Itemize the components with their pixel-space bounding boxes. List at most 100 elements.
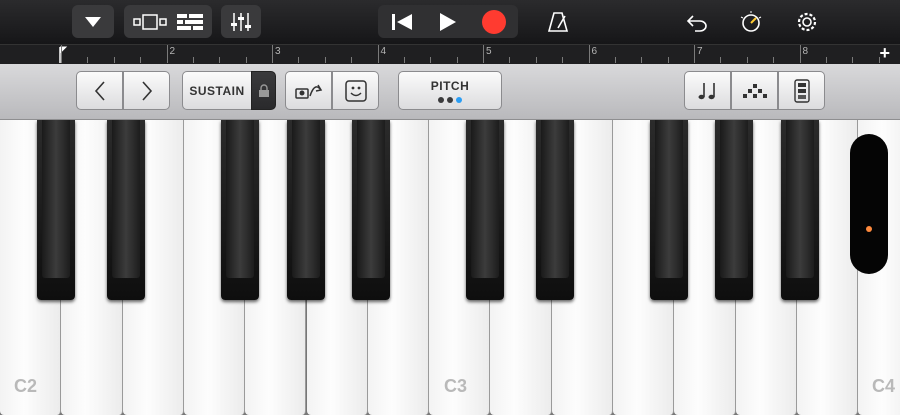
pitch-dot [456, 96, 462, 103]
master-effects-button[interactable] [734, 5, 768, 38]
chevron-left-icon [94, 80, 105, 101]
pitch-label: PITCH [430, 78, 470, 93]
ruler-tick [799, 45, 801, 63]
undo-button[interactable] [680, 5, 714, 38]
pitch-dot [438, 96, 444, 103]
view-toggle-icon[interactable] [133, 13, 169, 31]
ruler-tick [588, 45, 590, 63]
ruler-tick [351, 57, 353, 63]
metronome-button[interactable] [540, 5, 576, 38]
mod-wheel-indicator [866, 226, 872, 232]
ruler-tick [87, 57, 89, 63]
ruler-tick [720, 57, 722, 63]
ruler-tick [746, 57, 748, 63]
sustain-button[interactable]: SUSTAIN [182, 71, 252, 110]
black-key[interactable] [536, 120, 574, 300]
play-button[interactable] [425, 12, 471, 32]
settings-icon [797, 12, 817, 31]
ruler-tick [140, 57, 142, 63]
ruler-bar-number: 8 [802, 46, 809, 57]
black-key[interactable] [287, 120, 325, 300]
scale-dots-icon [742, 83, 767, 98]
scale-mode-button[interactable] [731, 71, 778, 110]
ruler-tick [456, 57, 458, 63]
black-key[interactable] [781, 120, 819, 300]
ruler-tick [403, 57, 405, 63]
sustain-label: SUSTAIN [189, 83, 245, 98]
ruler-tick [509, 57, 511, 63]
view-toggle-group [124, 5, 212, 38]
ruler-bar-number: 2 [169, 46, 176, 57]
notes-mode-button[interactable] [684, 71, 731, 110]
metronome-icon [547, 11, 569, 32]
ruler-tick [614, 57, 616, 63]
transport-controls [378, 5, 518, 38]
record-button[interactable] [471, 9, 517, 34]
black-key[interactable] [107, 120, 145, 300]
master-effects-icon [740, 10, 762, 32]
add-section-button[interactable]: + [879, 43, 890, 64]
arpeggiator-icon [294, 84, 322, 99]
ruler-tick [641, 57, 643, 63]
mixer-button[interactable] [221, 5, 261, 38]
ruler-tick [535, 57, 537, 63]
mixer-icon [231, 12, 251, 31]
black-key[interactable] [221, 120, 259, 300]
playhead-icon[interactable] [57, 46, 71, 64]
ruler-tick [825, 57, 827, 63]
tracks-list-icon[interactable] [177, 13, 203, 31]
ruler-tick [430, 57, 432, 63]
octave-label-c4: C4 [872, 376, 896, 396]
ruler-tick [562, 57, 564, 63]
settings-button[interactable] [790, 5, 824, 38]
keyboard-layout-icon [793, 78, 810, 103]
modulation-wheel[interactable] [850, 134, 888, 274]
ruler-tick [113, 57, 115, 63]
top-toolbar [0, 0, 900, 44]
black-key[interactable] [715, 120, 753, 300]
pitch-dot [447, 96, 453, 103]
black-key[interactable] [466, 120, 504, 300]
black-key[interactable] [352, 120, 390, 300]
ruler-bar-number: 5 [486, 46, 492, 57]
octave-label-c3: C3 [444, 376, 468, 396]
ruler-tick [483, 45, 484, 63]
chevron-down-icon [85, 16, 101, 27]
ruler-tick [694, 45, 695, 63]
smart-controls-button[interactable] [332, 71, 379, 110]
chevron-right-icon [141, 80, 152, 101]
black-key[interactable] [37, 120, 75, 300]
timeline-ruler[interactable]: 2 3 4 5 6 7 8 + [0, 43, 900, 65]
tracks-dropdown-button[interactable] [72, 5, 114, 38]
pitch-mode-button[interactable]: PITCH [398, 71, 502, 110]
octave-down-button[interactable] [76, 71, 123, 110]
keyboard-layout-button[interactable] [778, 71, 825, 110]
ruler-bar-number: 7 [697, 46, 703, 57]
sustain-lock-button[interactable] [251, 71, 276, 110]
lock-icon [258, 83, 269, 97]
octave-label-c2: C2 [14, 376, 38, 396]
ruler-tick [61, 45, 62, 63]
ruler-tick [324, 57, 326, 63]
pitch-indicator-dots [438, 96, 462, 103]
undo-icon [686, 14, 707, 32]
ruler-tick [245, 57, 247, 63]
music-notes-icon [698, 82, 715, 99]
ruler-tick [377, 45, 379, 63]
ruler-bar-number: 4 [380, 46, 387, 57]
rewind-icon [392, 13, 412, 30]
ruler-bar-number: 6 [591, 46, 598, 57]
ruler-tick [219, 57, 221, 63]
smiley-icon [344, 79, 367, 102]
ruler-tick [192, 57, 194, 63]
ruler-bar-number: 3 [275, 46, 281, 57]
play-icon [440, 12, 456, 31]
keyboard-controls: SUSTAIN PITCH [0, 64, 900, 120]
ruler-tick [852, 57, 854, 63]
ruler-tick [773, 57, 775, 63]
arpeggiator-button[interactable] [285, 71, 332, 110]
rewind-button[interactable] [379, 13, 425, 31]
octave-up-button[interactable] [123, 71, 170, 110]
piano-keyboard[interactable]: C2 C3 C4 [0, 120, 900, 415]
black-key[interactable] [650, 120, 688, 300]
